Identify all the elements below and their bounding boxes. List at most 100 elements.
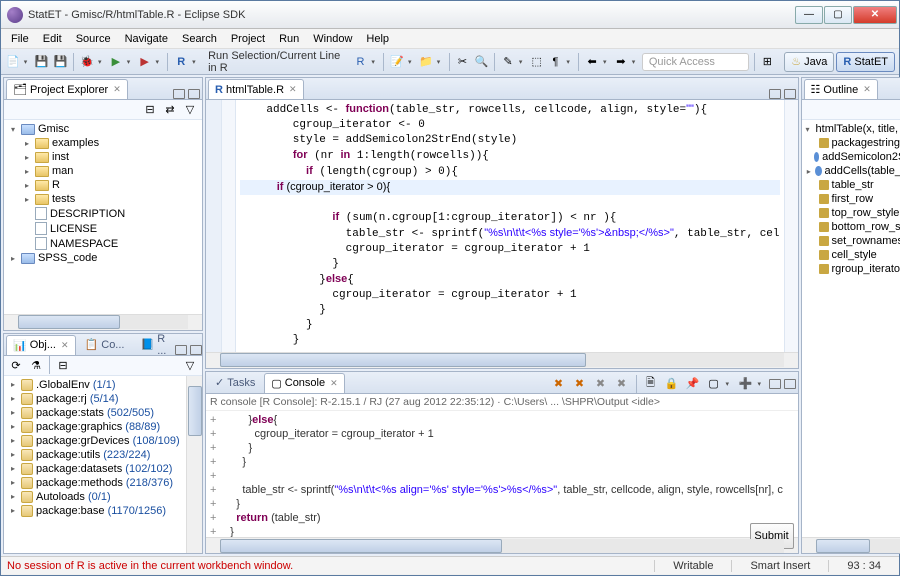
tree-item[interactable]: ▸R [8,178,198,192]
dropdown-icon[interactable]: ▾ [127,58,134,66]
object-item[interactable]: ▸.GlobalEnv (1/1) [8,378,182,392]
collapse-all-icon[interactable]: ⊟ [141,101,159,119]
display-icon[interactable]: ▢ [705,375,723,393]
forward-icon[interactable]: ➡ [613,53,629,71]
dropdown-icon[interactable]: ▾ [408,58,415,66]
save-icon[interactable]: 💾 [34,53,50,71]
tree-item[interactable]: ▾Gmisc [8,122,198,136]
editor-tab[interactable]: R htmlTable.R ✕ [208,79,304,99]
maximize-view-icon[interactable] [188,89,200,99]
close-icon[interactable]: ✕ [289,84,297,95]
tab-object-browser[interactable]: 📊Obj...✕ [6,335,76,355]
folding-ruler[interactable] [222,100,236,352]
terminate-icon[interactable]: ✖ [592,375,610,393]
debug-icon[interactable]: 🐞 [79,53,95,71]
outline-item[interactable]: ▸addCells(table_str, rowcells, [806,164,900,178]
project-explorer-tree[interactable]: ▾Gmisc▸examples▸inst▸man▸R▸testsDESCRIPT… [4,120,202,314]
object-item[interactable]: ▸package:base (1170/1256) [8,504,182,518]
tree-item[interactable]: DESCRIPTION [8,206,198,221]
menu-window[interactable]: Window [307,31,358,47]
code-editor[interactable]: addCells <- function(table_str, rowcells… [206,100,798,352]
menu-navigate[interactable]: Navigate [119,31,174,47]
close-button[interactable]: ✕ [853,6,897,24]
remove-all-icon[interactable]: ✖ [571,375,589,393]
overview-ruler[interactable] [784,100,798,352]
perspective-java[interactable]: ♨Java [784,52,834,72]
annotation-icon[interactable]: ¶ [548,53,564,71]
new-script-icon[interactable]: 📝 [389,53,405,71]
tab-r-help[interactable]: 📘R ... [133,335,173,355]
menu-search[interactable]: Search [176,31,223,47]
outline-item[interactable]: packagestringr [806,136,900,150]
outline-item[interactable]: cell_style [806,248,900,262]
maximize-button[interactable]: ▢ [824,6,852,24]
object-item[interactable]: ▸package:datasets (102/102) [8,462,182,476]
minimize-view-icon[interactable] [173,89,185,99]
outline-item[interactable]: top_row_style [806,206,900,220]
object-item[interactable]: ▸package:stats (502/505) [8,406,182,420]
tab-outline[interactable]: ☷ Outline ✕ [804,79,878,99]
dropdown-icon[interactable]: ▾ [98,58,105,66]
text-tool-icon[interactable]: ✎ [500,53,516,71]
pin-icon[interactable]: 📌 [684,375,702,393]
horizontal-scrollbar[interactable] [206,352,798,368]
close-icon[interactable]: ✕ [330,378,338,389]
dropdown-icon[interactable]: ▾ [603,58,610,66]
tree-item[interactable]: ▸SPSS_code [8,251,198,265]
outline-item[interactable]: first_row [806,192,900,206]
object-item[interactable]: ▸Autoloads (0/1) [8,490,182,504]
dropdown-icon[interactable]: ▾ [155,58,162,66]
minimize-view-icon[interactable] [175,345,187,355]
r-source-icon[interactable]: R [353,53,369,71]
outline-item[interactable]: set_rownames [806,234,900,248]
external-tools-icon[interactable]: ▶ [137,53,153,71]
vertical-scrollbar[interactable] [186,376,202,553]
dropdown-icon[interactable]: ▾ [632,58,639,66]
menu-project[interactable]: Project [225,31,271,47]
object-item[interactable]: ▸package:grDevices (108/109) [8,434,182,448]
scroll-lock-icon[interactable]: 🔒 [663,375,681,393]
filter-icon[interactable]: ⚗ [27,356,45,374]
menu-help[interactable]: Help [360,31,395,47]
link-editor-icon[interactable]: ⇄ [161,101,179,119]
menu-run[interactable]: Run [273,31,305,47]
close-icon[interactable]: ✕ [61,340,69,351]
tree-item[interactable]: ▸inst [8,150,198,164]
remove-launch-icon[interactable]: ✖ [550,375,568,393]
outline-item[interactable]: rgroup_iterator [806,262,900,276]
console-output[interactable]: + + + + + + + + + > }else{ cgroup_iterat… [206,411,798,537]
clear-icon[interactable]: 🗎 [642,375,660,393]
tree-item[interactable]: NAMESPACE [8,236,198,251]
run-selection-button[interactable]: Run Selection/Current Line in R [202,48,349,76]
maximize-view-icon[interactable] [190,345,202,355]
annotation-ruler[interactable] [206,100,222,352]
horizontal-scrollbar[interactable] [4,314,202,330]
outline-item[interactable]: addSemicolon2StrEnd(my_s [806,150,900,164]
minimize-button[interactable]: — [795,6,823,24]
object-item[interactable]: ▸package:methods (218/376) [8,476,182,490]
tree-item[interactable]: ▸examples [8,136,198,150]
tree-item[interactable]: ▸man [8,164,198,178]
saveall-icon[interactable]: 💾 [53,53,69,71]
r-launch-icon[interactable]: R [173,53,189,71]
maximize-view-icon[interactable] [784,379,796,389]
minimize-view-icon[interactable] [769,379,781,389]
refresh-icon[interactable]: ⟳ [7,356,25,374]
pause-icon[interactable]: ✖ [613,375,631,393]
outline-item[interactable]: bottom_row_style [806,220,900,234]
dropdown-icon[interactable]: ▾ [24,58,31,66]
perspective-statet[interactable]: RStatET [836,52,895,72]
maximize-view-icon[interactable] [784,89,796,99]
minimize-view-icon[interactable] [769,89,781,99]
tab-tasks[interactable]: ✓Tasks [208,373,262,393]
menu-file[interactable]: File [5,31,35,47]
dropdown-icon[interactable]: ▾ [437,58,444,66]
tab-project-explorer[interactable]: 🗂 Project Explorer ✕ [6,79,128,99]
view-menu-icon[interactable]: ▽ [181,356,199,374]
object-item[interactable]: ▸package:rj (5/14) [8,392,182,406]
tab-content-outline[interactable]: 📋Co... [78,335,132,355]
menu-edit[interactable]: Edit [37,31,68,47]
quick-access-input[interactable]: Quick Access [642,53,749,71]
menu-source[interactable]: Source [70,31,117,47]
back-icon[interactable]: ⬅ [584,53,600,71]
